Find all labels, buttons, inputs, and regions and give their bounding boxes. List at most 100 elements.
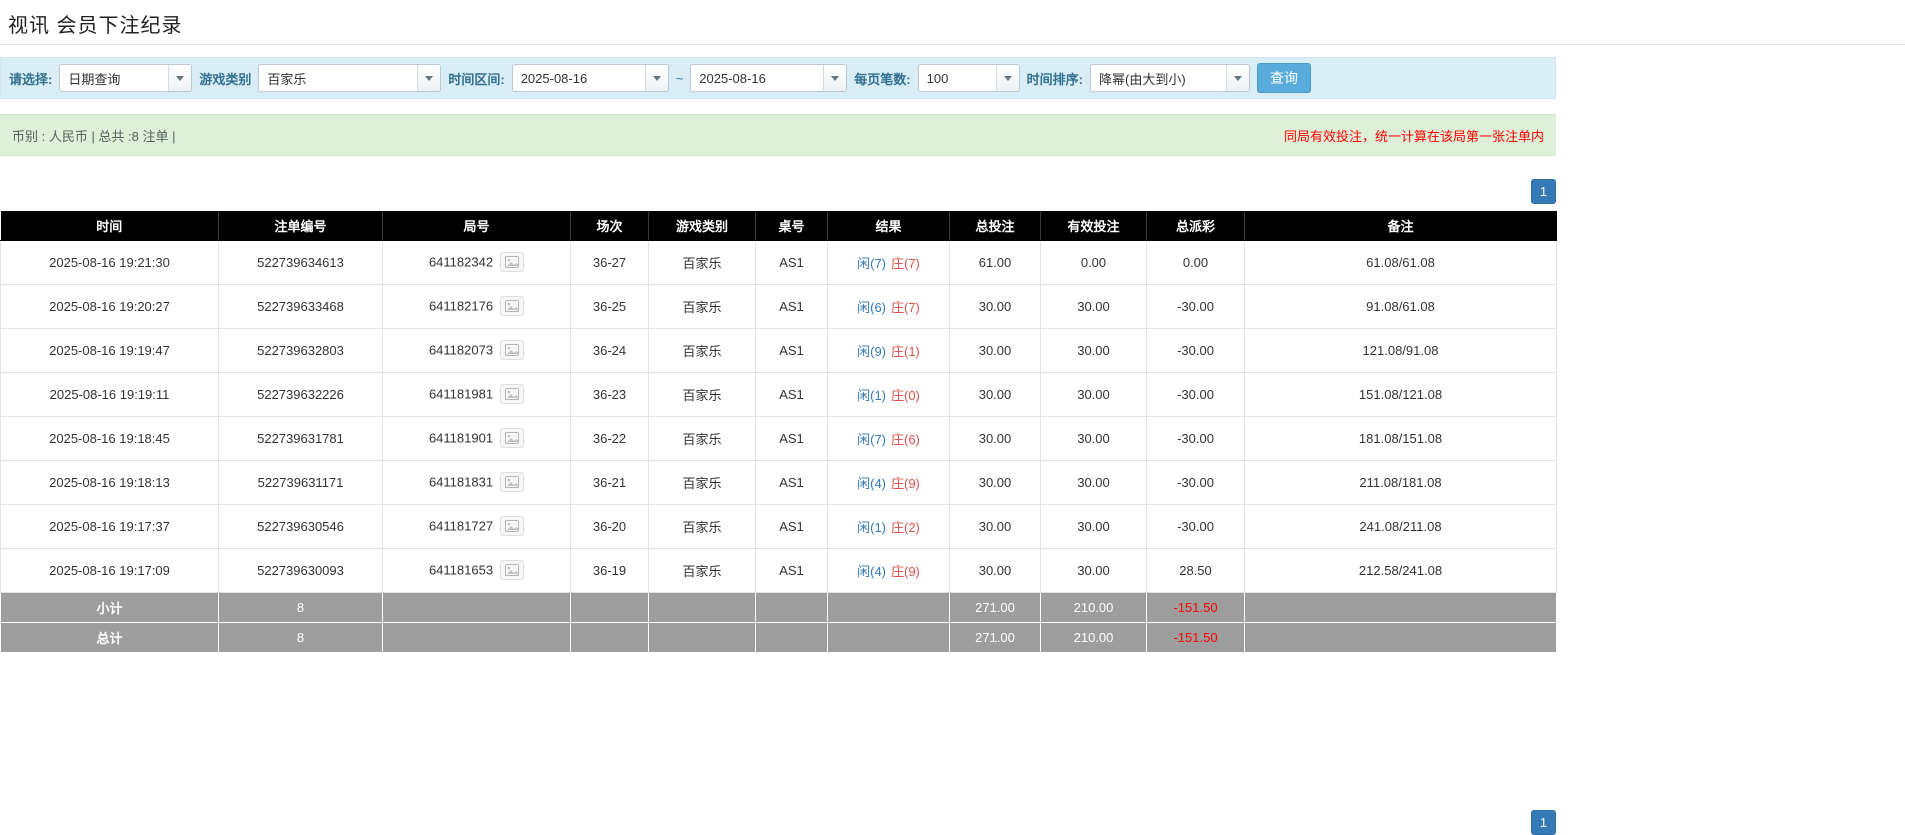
cell-result: 闲(6)庄(7) — [828, 284, 950, 328]
result-banker: 庄(6) — [891, 432, 920, 447]
cell-valid-bet: 30.00 — [1041, 548, 1147, 592]
cell-round: 641182342 — [383, 240, 571, 284]
page-button-1[interactable]: 1 — [1531, 179, 1556, 204]
table-row: 2025-08-16 19:18:45 522739631781 6411819… — [1, 416, 1557, 460]
cell-session: 36-22 — [571, 416, 649, 460]
cell-remark: 121.08/91.08 — [1245, 328, 1557, 372]
cell-valid-bet: 30.00 — [1041, 284, 1147, 328]
cell-remark: 211.08/181.08 — [1245, 460, 1557, 504]
cell-time: 2025-08-16 19:18:45 — [1, 416, 219, 460]
col-header-time: 时间 — [1, 211, 219, 240]
cell-round: 641181901 — [383, 416, 571, 460]
cell-total-bet[interactable]: 61.00 — [950, 240, 1041, 284]
page-header: 视讯 会员下注纪录 — [0, 0, 1905, 45]
round-id: 641181901 — [429, 431, 493, 446]
game-type-label: 游戏类别 — [199, 69, 251, 88]
pagination-top: 1 — [0, 179, 1556, 204]
chevron-down-icon[interactable] — [823, 65, 846, 91]
page-size-select[interactable]: 100 — [918, 64, 1020, 92]
cell-game-type: 百家乐 — [649, 548, 756, 592]
chevron-down-icon[interactable] — [645, 65, 668, 91]
cell-payout: -30.00 — [1147, 328, 1245, 372]
col-header-payout: 总派彩 — [1147, 211, 1245, 240]
date-from-select[interactable]: 2025-08-16 — [512, 64, 669, 92]
empty-cell — [571, 622, 649, 652]
cell-valid-bet: 30.00 — [1041, 328, 1147, 372]
cell-payout: 0.00 — [1147, 240, 1245, 284]
cell-remark: 151.08/121.08 — [1245, 372, 1557, 416]
replay-video-icon[interactable] — [500, 296, 524, 316]
page-button-1[interactable]: 1 — [1531, 810, 1556, 835]
subtotal-payout: -151.50 — [1147, 592, 1245, 622]
cell-time: 2025-08-16 19:17:37 — [1, 504, 219, 548]
total-payout: -151.50 — [1147, 622, 1245, 652]
round-id: 641181727 — [429, 519, 493, 534]
table-row: 2025-08-16 19:19:47 522739632803 6411820… — [1, 328, 1557, 372]
result-banker: 庄(9) — [891, 564, 920, 579]
cell-session: 36-27 — [571, 240, 649, 284]
round-id: 641181981 — [429, 387, 493, 402]
cell-bet-id: 522739630093 — [219, 548, 383, 592]
cell-total-bet[interactable]: 30.00 — [950, 416, 1041, 460]
cell-payout: -30.00 — [1147, 460, 1245, 504]
total-label: 总计 — [1, 622, 219, 652]
cell-table-no: AS1 — [756, 284, 828, 328]
table-body: 2025-08-16 19:21:30 522739634613 6411823… — [1, 240, 1557, 592]
replay-video-icon[interactable] — [500, 340, 524, 360]
empty-cell — [756, 622, 828, 652]
subtotal-valid-bet: 210.00 — [1041, 592, 1147, 622]
tilde-separator: ~ — [676, 71, 684, 86]
sort-select[interactable]: 降幂(由大到小) — [1090, 64, 1250, 92]
chevron-down-icon[interactable] — [996, 65, 1019, 91]
cell-remark: 61.08/61.08 — [1245, 240, 1557, 284]
cell-total-bet[interactable]: 30.00 — [950, 504, 1041, 548]
game-type-select[interactable]: 百家乐 — [258, 64, 441, 92]
chevron-down-icon[interactable] — [417, 65, 440, 91]
cell-total-bet[interactable]: 30.00 — [950, 548, 1041, 592]
cell-bet-id: 522739630546 — [219, 504, 383, 548]
col-header-valid-bet: 有效投注 — [1041, 211, 1147, 240]
main-content: 请选择: 日期查询 游戏类别 百家乐 时间区间: 2025-08-16 ~ 20… — [0, 57, 1556, 835]
chevron-down-icon[interactable] — [168, 65, 191, 91]
replay-video-icon[interactable] — [500, 516, 524, 536]
cell-round: 641181727 — [383, 504, 571, 548]
cell-session: 36-19 — [571, 548, 649, 592]
cell-round: 641181653 — [383, 548, 571, 592]
result-player: 闲(1) — [857, 388, 886, 403]
cell-bet-id: 522739631171 — [219, 460, 383, 504]
table-row: 2025-08-16 19:19:11 522739632226 6411819… — [1, 372, 1557, 416]
replay-video-icon[interactable] — [500, 472, 524, 492]
replay-video-icon[interactable] — [500, 560, 524, 580]
date-to-select[interactable]: 2025-08-16 — [690, 64, 847, 92]
empty-cell — [649, 592, 756, 622]
cell-total-bet[interactable]: 30.00 — [950, 328, 1041, 372]
replay-video-icon[interactable] — [500, 384, 524, 404]
replay-video-icon[interactable] — [500, 252, 524, 272]
cell-total-bet[interactable]: 30.00 — [950, 460, 1041, 504]
cell-valid-bet: 0.00 — [1041, 240, 1147, 284]
table-summary: 小计 8 271.00 210.00 -151.50 总计 8 — [1, 592, 1557, 652]
replay-video-icon[interactable] — [500, 428, 524, 448]
empty-cell — [383, 592, 571, 622]
date-to-value: 2025-08-16 — [691, 65, 823, 91]
cell-result: 闲(4)庄(9) — [828, 548, 950, 592]
select-label: 请选择: — [9, 69, 52, 88]
table-row: 2025-08-16 19:21:30 522739634613 6411823… — [1, 240, 1557, 284]
search-button[interactable]: 查询 — [1257, 63, 1311, 93]
bet-records-table: 时间 注单编号 局号 场次 游戏类别 桌号 结果 总投注 有效投注 总派彩 备注… — [0, 211, 1557, 653]
cell-total-bet[interactable]: 30.00 — [950, 372, 1041, 416]
time-range-label: 时间区间: — [448, 69, 504, 88]
empty-cell — [571, 592, 649, 622]
result-banker: 庄(7) — [891, 300, 920, 315]
subtotal-total-bet: 271.00 — [950, 592, 1041, 622]
cell-payout: 28.50 — [1147, 548, 1245, 592]
payout-notice: 同局有效投注，统一计算在该局第一张注单内 — [1284, 126, 1544, 145]
query-type-select[interactable]: 日期查询 — [59, 64, 192, 92]
cell-total-bet[interactable]: 30.00 — [950, 284, 1041, 328]
cell-payout: -30.00 — [1147, 504, 1245, 548]
chevron-down-icon[interactable] — [1226, 65, 1249, 91]
empty-cell — [649, 622, 756, 652]
cell-result: 闲(7)庄(7) — [828, 240, 950, 284]
round-id: 641181831 — [429, 475, 493, 490]
empty-cell — [828, 622, 950, 652]
